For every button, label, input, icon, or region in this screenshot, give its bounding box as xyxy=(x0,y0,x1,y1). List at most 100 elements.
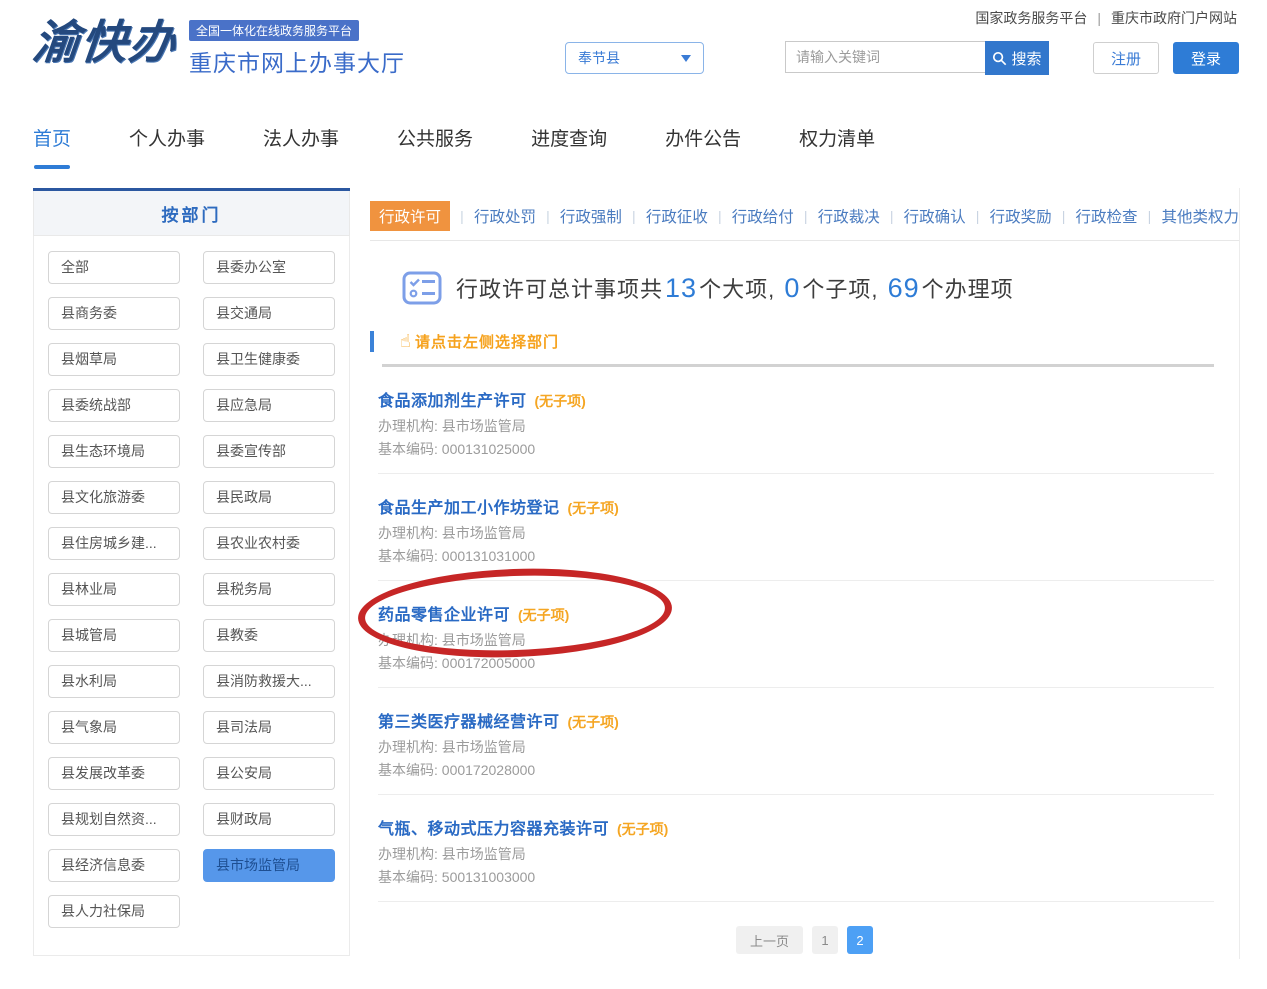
nav-item-2[interactable]: 法人办事 xyxy=(263,124,339,155)
major-count: 13 xyxy=(663,273,699,303)
tab-5[interactable]: 行政裁决 xyxy=(818,205,880,227)
dept-button-2[interactable]: 县商务委 xyxy=(48,297,180,330)
service-title-link[interactable]: 第三类医疗器械经营许可 xyxy=(378,714,560,731)
search-input[interactable] xyxy=(785,41,985,73)
tab-separator xyxy=(546,208,550,224)
service-agency: 办理机构: 县市场监管局 xyxy=(378,739,1214,755)
nav-item-3[interactable]: 公共服务 xyxy=(397,124,473,155)
search-bar: 搜索 xyxy=(785,41,1049,75)
service-item-4: 气瓶、移动式压力容器充装许可(无子项)办理机构: 县市场监管局基本编码: 500… xyxy=(378,795,1214,902)
dept-button-7[interactable]: 县应急局 xyxy=(203,389,335,422)
tab-7[interactable]: 行政奖励 xyxy=(990,205,1052,227)
dept-button-16[interactable]: 县城管局 xyxy=(48,619,180,652)
nav-item-1[interactable]: 个人办事 xyxy=(129,124,205,155)
pagination: 上一页 12 xyxy=(370,926,1239,954)
pagination-prev-button[interactable]: 上一页 xyxy=(736,926,803,954)
dept-button-4[interactable]: 县烟草局 xyxy=(48,343,180,376)
tab-separator xyxy=(1062,208,1066,224)
page: 渝快办 全国一体化在线政务服务平台 重庆市网上办事大厅 国家政务服务平台重庆市政… xyxy=(0,0,1267,989)
service-code: 基本编码: 500131003000 xyxy=(378,869,1214,885)
search-button[interactable]: 搜索 xyxy=(985,41,1049,75)
register-button[interactable]: 注册 xyxy=(1093,42,1159,74)
service-item-3: 第三类医疗器械经营许可(无子项)办理机构: 县市场监管局基本编码: 000172… xyxy=(378,688,1214,795)
dept-button-27[interactable]: 县市场监管局 xyxy=(203,849,335,882)
service-item-2: 药品零售企业许可(无子项)办理机构: 县市场监管局基本编码: 000172005… xyxy=(378,581,1214,688)
logo-wordmark: 渝快办 xyxy=(30,14,180,70)
tab-4[interactable]: 行政给付 xyxy=(732,205,794,227)
pointing-hand-icon xyxy=(400,331,411,352)
nav-item-5[interactable]: 办件公告 xyxy=(665,124,741,155)
service-title-link[interactable]: 气瓶、移动式压力容器充装许可 xyxy=(378,821,609,838)
site-title: 重庆市网上办事大厅 xyxy=(189,44,405,78)
sidebar: 按部门 全部县委办公室县商务委县交通局县烟草局县卫生健康委县委统战部县应急局县生… xyxy=(33,188,350,959)
nav-item-4[interactable]: 进度查询 xyxy=(531,124,607,155)
service-code: 基本编码: 000172005000 xyxy=(378,655,1214,671)
handle-count: 69 xyxy=(886,273,922,303)
site-header: 渝快办 全国一体化在线政务服务平台 重庆市网上办事大厅 国家政务服务平台重庆市政… xyxy=(0,0,1267,90)
dept-button-5[interactable]: 县卫生健康委 xyxy=(203,343,335,376)
dept-button-24[interactable]: 县规划自然资... xyxy=(48,803,180,836)
dept-button-19[interactable]: 县消防救援大... xyxy=(203,665,335,698)
nav-item-6[interactable]: 权力清单 xyxy=(799,124,875,155)
tab-9[interactable]: 其他类权力 xyxy=(1161,205,1239,227)
dept-button-0[interactable]: 全部 xyxy=(48,251,180,284)
nav-item-0[interactable]: 首页 xyxy=(33,124,71,155)
dept-button-20[interactable]: 县气象局 xyxy=(48,711,180,744)
service-subitem-tag: (无子项) xyxy=(568,500,619,516)
dept-button-1[interactable]: 县委办公室 xyxy=(203,251,335,284)
dept-button-15[interactable]: 县税务局 xyxy=(203,573,335,606)
dept-button-11[interactable]: 县民政局 xyxy=(203,481,335,514)
dept-button-18[interactable]: 县水利局 xyxy=(48,665,180,698)
content-panel: 行政许可 行政处罚 行政强制 行政征收 行政给付 行政裁决 行政确认 行政奖励 行政检查 其他类权… xyxy=(370,188,1240,959)
tab-6[interactable]: 行政确认 xyxy=(904,205,966,227)
service-item-1: 食品生产加工小作坊登记(无子项)办理机构: 县市场监管局基本编码: 000131… xyxy=(378,474,1214,581)
summary-row: 行政许可总计事项共13个大项, 0个子项, 69个办理项 xyxy=(402,271,1239,305)
top-links-separator xyxy=(1097,10,1101,26)
service-agency: 办理机构: 县市场监管局 xyxy=(378,418,1214,434)
checklist-icon xyxy=(402,271,442,305)
dept-button-21[interactable]: 县司法局 xyxy=(203,711,335,744)
tab-0[interactable]: 行政许可 xyxy=(370,201,450,231)
tab-separator xyxy=(632,208,636,224)
top-links: 国家政务服务平台 重庆市政府门户网站 xyxy=(975,8,1237,28)
region-selector[interactable]: 奉节县 xyxy=(565,42,704,74)
service-list: 食品添加剂生产许可 (无子项) 办理机构: 县市场监管局基本编码: 00013102… xyxy=(378,367,1239,902)
pagination-page-1[interactable]: 1 xyxy=(812,926,838,954)
dept-button-9[interactable]: 县委宣传部 xyxy=(203,435,335,468)
login-button[interactable]: 登录 xyxy=(1173,42,1239,74)
dept-button-6[interactable]: 县委统战部 xyxy=(48,389,180,422)
dept-button-26[interactable]: 县经济信息委 xyxy=(48,849,180,882)
dept-button-22[interactable]: 县发展改革委 xyxy=(48,757,180,790)
dept-button-3[interactable]: 县交通局 xyxy=(203,297,335,330)
dept-button-25[interactable]: 县财政局 xyxy=(203,803,335,836)
dept-button-13[interactable]: 县农业农村委 xyxy=(203,527,335,560)
dept-button-10[interactable]: 县文化旅游委 xyxy=(48,481,180,514)
hint-row: 请点击左侧选择部门 xyxy=(370,331,1239,352)
tab-separator xyxy=(976,208,980,224)
dept-button-17[interactable]: 县教委 xyxy=(203,619,335,652)
service-agency: 办理机构: 县市场监管局 xyxy=(378,632,1214,648)
region-label: 奉节县 xyxy=(578,48,620,68)
category-tabs: 行政许可 行政处罚 行政强制 行政征收 行政给付 行政裁决 行政确认 行政奖励 行政检查 其他类权… xyxy=(370,201,1239,241)
tab-8[interactable]: 行政检查 xyxy=(1076,205,1138,227)
service-title-link[interactable]: 食品生产加工小作坊登记 xyxy=(378,500,560,517)
tab-separator xyxy=(718,208,722,224)
service-code: 基本编码: 000131025000 xyxy=(378,441,1214,457)
dept-button-8[interactable]: 县生态环境局 xyxy=(48,435,180,468)
dept-button-23[interactable]: 县公安局 xyxy=(203,757,335,790)
tab-1[interactable]: 行政处罚 xyxy=(474,205,536,227)
link-cq-portal[interactable]: 重庆市政府门户网站 xyxy=(1111,10,1237,26)
pagination-page-2[interactable]: 2 xyxy=(847,926,873,954)
service-title-link[interactable]: 药品零售企业许可 xyxy=(378,607,510,624)
tab-2[interactable]: 行政强制 xyxy=(560,205,622,227)
dept-button-14[interactable]: 县林业局 xyxy=(48,573,180,606)
service-item-0: 食品添加剂生产许可(无子项)办理机构: 县市场监管局基本编码: 00013102… xyxy=(378,367,1214,474)
dept-button-28[interactable]: 县人力社保局 xyxy=(48,895,180,928)
service-code: 基本编码: 000131031000 xyxy=(378,548,1214,564)
dept-button-12[interactable]: 县住房城乡建... xyxy=(48,527,180,560)
service-title-link[interactable]: 食品添加剂生产许可 xyxy=(378,393,527,410)
hint-text: 请点击左侧选择部门 xyxy=(415,331,559,352)
tab-3[interactable]: 行政征收 xyxy=(646,205,708,227)
tab-separator xyxy=(804,208,808,224)
link-national-platform[interactable]: 国家政务服务平台 xyxy=(975,10,1087,26)
